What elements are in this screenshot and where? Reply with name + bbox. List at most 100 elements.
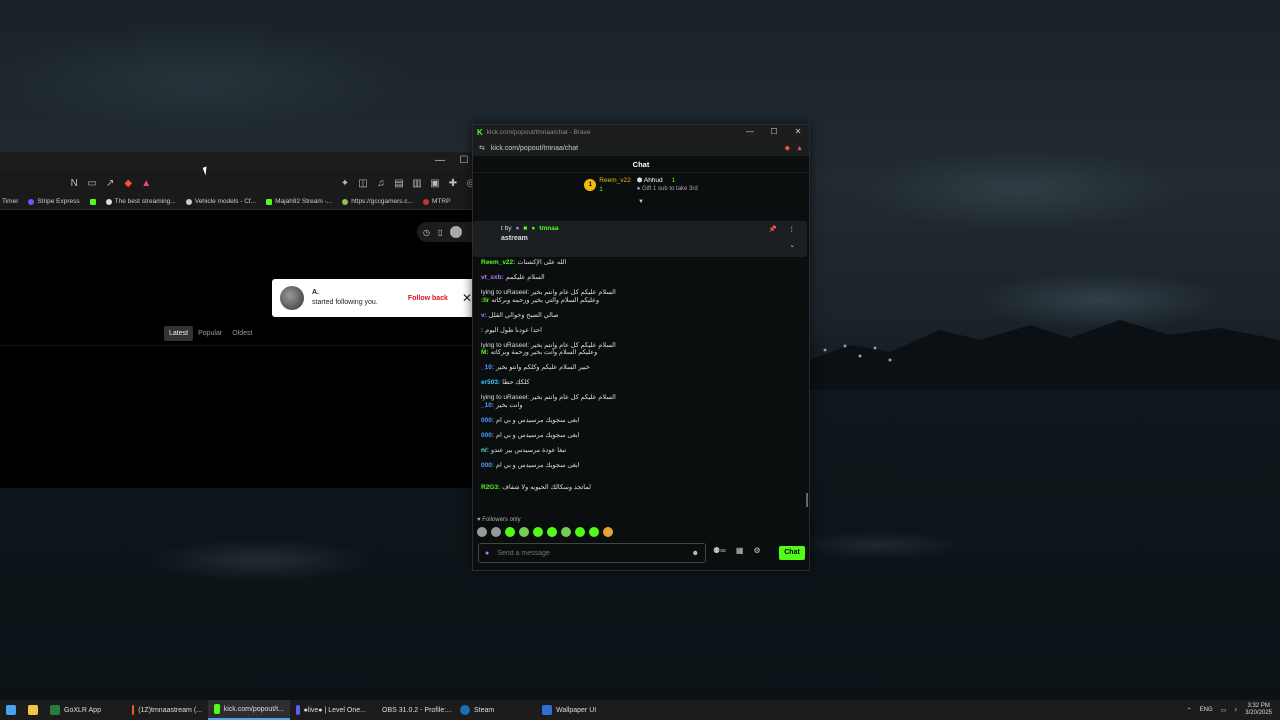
- bookmark-streaming[interactable]: The best streaming...: [105, 198, 176, 205]
- settings-gear-icon[interactable]: ⚙: [753, 546, 760, 555]
- chat-username[interactable]: :: [481, 327, 483, 335]
- language-indicator[interactable]: ENG: [1200, 707, 1213, 713]
- send-chat-button[interactable]: Chat: [779, 546, 805, 560]
- tab-latest[interactable]: Latest: [164, 326, 194, 341]
- reader-icon[interactable]: ▤: [393, 178, 405, 189]
- bookmark-stripe-express[interactable]: Stripe Express: [28, 198, 80, 205]
- follow-back-button[interactable]: Follow back: [408, 295, 448, 302]
- collapse-icon[interactable]: ▼: [473, 199, 809, 205]
- leaderboard-second[interactable]: ⬢ Ahhud 1 ● Gift 1 sub to take 3rd: [637, 176, 698, 194]
- emote[interactable]: [547, 527, 557, 537]
- bookmark-gccgamers[interactable]: https://gccgamers.c...: [342, 198, 413, 205]
- cast-icon[interactable]: ▭: [86, 178, 98, 189]
- taskbar-wallpaper-ui[interactable]: Wallpaper UI: [536, 700, 618, 720]
- emote[interactable]: [561, 527, 571, 537]
- coin-icon: ●: [636, 186, 641, 192]
- emote[interactable]: [533, 527, 543, 537]
- taskbar-brave[interactable]: (1Z)tmnaastream (...: [126, 700, 208, 720]
- bookmark-majah92[interactable]: Majah92 Stream -...: [266, 198, 332, 205]
- reply-context[interactable]: lying to uRaseel: السلام عليكم كل عام وا…: [481, 342, 616, 349]
- chat-username[interactable]: _10:: [481, 364, 494, 372]
- chat-username[interactable]: 000:: [481, 417, 494, 425]
- avatar[interactable]: [450, 226, 463, 238]
- taskbar-file-explorer[interactable]: [22, 700, 44, 720]
- emote[interactable]: [505, 527, 515, 537]
- bookmark-timer[interactable]: Timer: [2, 198, 18, 205]
- music-icon[interactable]: ♫: [375, 178, 387, 189]
- no-translate-icon[interactable]: N: [68, 178, 80, 189]
- maximize-icon[interactable]: ☐: [459, 155, 469, 166]
- emote[interactable]: [589, 527, 599, 537]
- chat-username[interactable]: v:: [481, 312, 487, 320]
- chat-username[interactable]: 000:: [481, 462, 494, 470]
- chat-username[interactable]: M:: [481, 349, 489, 357]
- brave-rewards-icon[interactable]: ▲: [796, 145, 803, 152]
- pin-icon[interactable]: 📌: [769, 225, 777, 233]
- pinned-user[interactable]: tmnaa: [539, 225, 558, 232]
- leaderboard-name: Ahhud: [643, 177, 663, 184]
- emoji-icon[interactable]: ☻: [692, 550, 699, 557]
- close-icon[interactable]: ✕: [793, 127, 803, 136]
- wallet-icon[interactable]: ▣: [429, 178, 441, 189]
- sidebar-icon[interactable]: ▥: [411, 178, 423, 189]
- tab-oldest[interactable]: Oldest: [227, 326, 257, 341]
- more-options-icon[interactable]: ⋮: [789, 225, 796, 233]
- chat-scrollbar[interactable]: [806, 493, 808, 507]
- reply-context[interactable]: lying to uRaseel: السلام عليكم كل عام وا…: [481, 289, 616, 296]
- emote[interactable]: [575, 527, 585, 537]
- chat-username[interactable]: n/:: [481, 447, 489, 455]
- volume-icon[interactable]: ♪: [1234, 707, 1237, 713]
- reply-context[interactable]: lying to uRaseel: السلام عليكم كل عام وا…: [481, 394, 616, 401]
- phone-icon[interactable]: ▯: [438, 228, 442, 237]
- taskbar-obs[interactable]: OBS 31.0.2 - Profile:...: [372, 700, 454, 720]
- emote[interactable]: [519, 527, 529, 537]
- chat-username[interactable]: Reem_v22:: [481, 259, 515, 267]
- screenshot-icon[interactable]: ◫: [357, 178, 369, 189]
- taskbar-goxlr[interactable]: GoXLR App: [44, 700, 126, 720]
- mic-icon[interactable]: ●: [485, 550, 489, 557]
- puzzle-icon[interactable]: ✚: [447, 178, 459, 189]
- chat-username[interactable]: er503:: [481, 379, 500, 387]
- url-text[interactable]: kick.com/popout/tmnaa/chat: [491, 145, 578, 152]
- bookmark-green[interactable]: [89, 198, 96, 205]
- follow-notification: A. started following you. Follow back ✕: [272, 279, 480, 317]
- clock-icon[interactable]: ◷: [423, 228, 430, 237]
- gift-cta[interactable]: Gift 1 sub to take 3rd: [642, 186, 698, 192]
- close-icon[interactable]: ✕: [456, 291, 472, 305]
- rank-badge: 1: [584, 179, 597, 191]
- network-icon[interactable]: ▭: [1221, 707, 1227, 714]
- chat-username[interactable]: R2G3:: [481, 484, 500, 492]
- minimize-icon[interactable]: —: [435, 155, 445, 166]
- chat-username[interactable]: vt_sxb:: [481, 274, 504, 282]
- leaderboard-first[interactable]: 1 Reem_v22 1: [584, 176, 631, 194]
- brave-rewards-icon[interactable]: ▲: [140, 178, 152, 189]
- chat-window-titlebar: K kick.com/popout/tmnaa/chat - Brave — ☐…: [473, 125, 809, 140]
- emote[interactable]: [491, 527, 501, 537]
- tab-popular[interactable]: Popular: [193, 326, 227, 341]
- taskbar-steam[interactable]: Steam: [454, 700, 536, 720]
- taskbar-kick-popout[interactable]: kick.com/popout/t...: [208, 700, 290, 720]
- taskbar-discord[interactable]: ●live● | Level One...: [290, 700, 372, 720]
- gift-box-icon[interactable]: ▦: [736, 546, 744, 555]
- chat-username[interactable]: _10:: [481, 402, 494, 410]
- start-button[interactable]: [0, 700, 22, 720]
- minimize-icon[interactable]: —: [745, 127, 755, 136]
- brave-shields-icon[interactable]: ◆: [785, 144, 790, 152]
- chevron-down-icon[interactable]: ⌄: [790, 241, 795, 249]
- pinned-prefix: t by: [501, 225, 512, 232]
- emote[interactable]: [603, 527, 613, 537]
- clock[interactable]: 3:32 PM 3/20/2025: [1245, 703, 1272, 717]
- bookmark-vehicle-models[interactable]: Vehicle models - Cf...: [185, 198, 256, 205]
- share-icon[interactable]: ↗: [104, 178, 116, 189]
- site-settings-icon[interactable]: ⇆: [479, 144, 485, 152]
- emote[interactable]: [477, 527, 487, 537]
- extensions-icon[interactable]: ✦: [339, 178, 351, 189]
- kick-points-icon[interactable]: ⚉∞: [713, 546, 726, 555]
- brave-shields-icon[interactable]: ◆: [122, 178, 134, 189]
- message-input[interactable]: [497, 549, 684, 557]
- chat-username[interactable]: 000:: [481, 432, 494, 440]
- chat-username[interactable]: :Ilr: [481, 297, 489, 305]
- chevron-up-icon[interactable]: ⌃: [1187, 707, 1192, 714]
- bookmark-mtrp[interactable]: MTRP: [423, 198, 450, 205]
- maximize-icon[interactable]: ☐: [769, 127, 779, 136]
